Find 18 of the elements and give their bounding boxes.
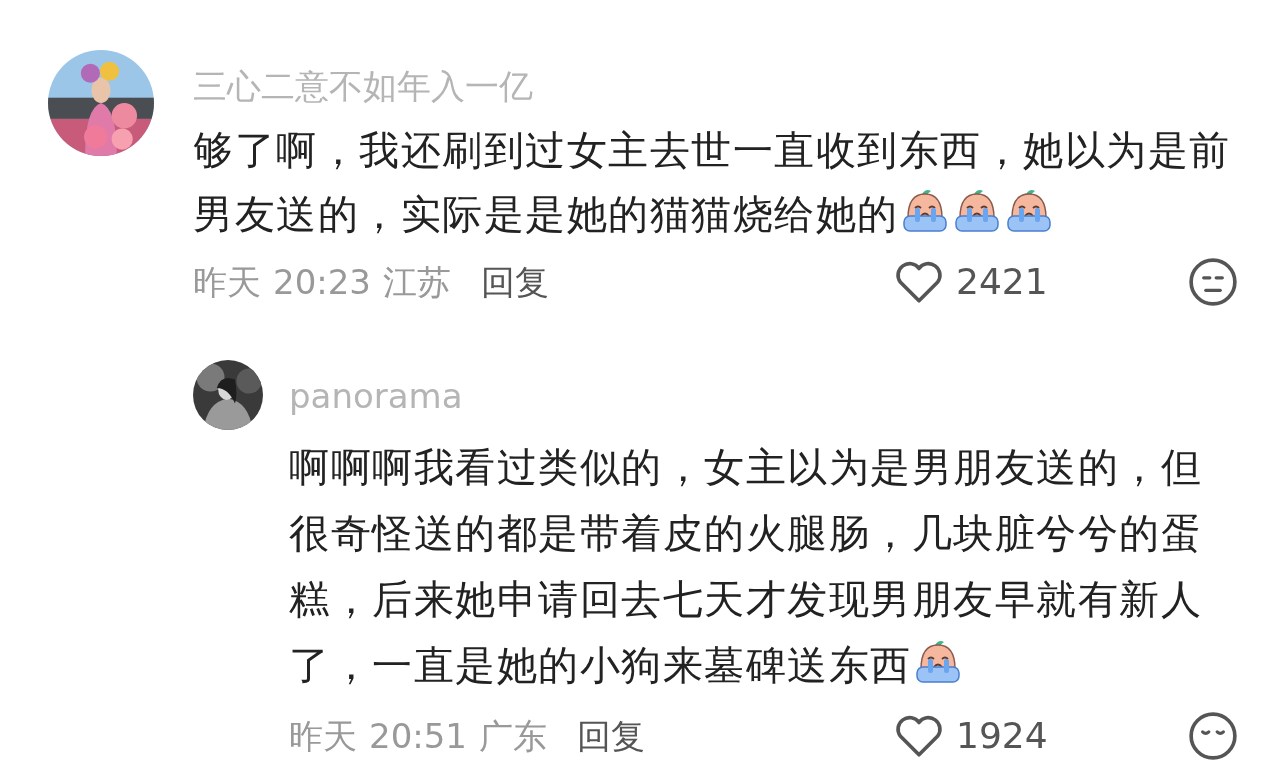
like-count: 2421 <box>956 260 1049 304</box>
heart-icon[interactable] <box>894 714 944 758</box>
username: 三心二意不如年入一亿 <box>193 65 534 108</box>
heart-icon[interactable] <box>894 260 944 304</box>
comment-location: 江苏 <box>383 260 451 304</box>
reply-button[interactable]: 回复 <box>481 256 549 308</box>
comment-date: 昨天 <box>193 260 261 304</box>
emotion-face-icon[interactable] <box>1188 257 1238 307</box>
comment-time: 20:23 <box>273 260 371 304</box>
username: panorama <box>289 375 464 418</box>
comment-text: 够了啊，我还刷到过女主去世一直收到东西，她以为是前男友送的，实际是是她的猫猫烧给她的 <box>193 126 1232 239</box>
comment-date: 昨天 <box>289 714 357 758</box>
emotion-face-icon[interactable] <box>1188 711 1238 761</box>
comment-text: 啊啊啊我看过类似的，女主以为是男朋友送的，但很奇怪送的都是带着皮的火腿肠，几块脏兮兮的蛋糕，后来她申请回去七天才发现男朋友早就有新人了，一直是她的小狗来墓碑送东西 <box>289 443 1203 690</box>
comment-location: 广东 <box>479 714 547 758</box>
like-count: 1924 <box>956 714 1049 758</box>
reply-button[interactable]: 回复 <box>577 710 645 762</box>
comment-time: 20:51 <box>369 714 467 758</box>
